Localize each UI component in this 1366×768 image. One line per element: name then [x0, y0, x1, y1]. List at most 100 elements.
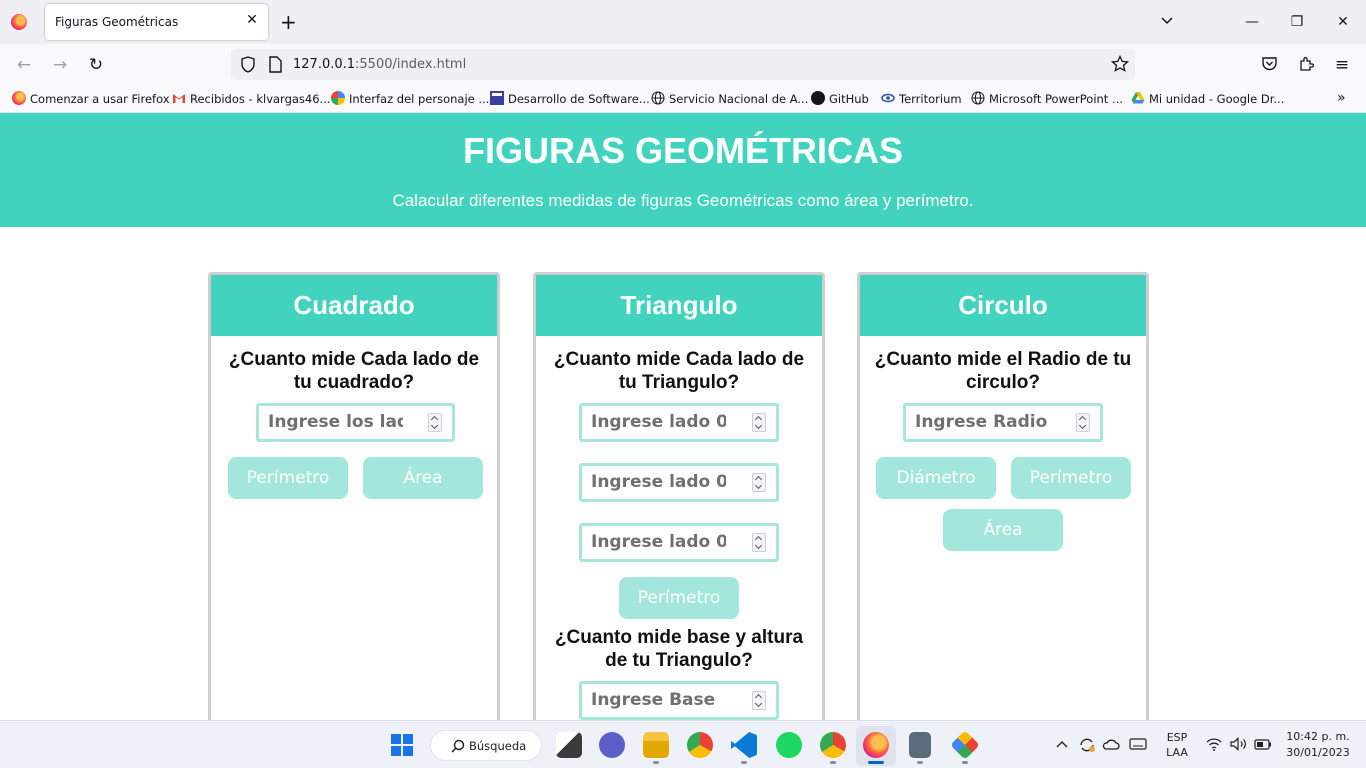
teams-icon[interactable]: [599, 732, 625, 758]
radio-input[interactable]: [915, 412, 1065, 432]
radio-field[interactable]: [903, 403, 1103, 442]
gmail-icon: [173, 94, 185, 103]
vscode-icon[interactable]: [731, 732, 757, 758]
lado1-field[interactable]: [579, 403, 779, 442]
windows-start-icon[interactable]: [391, 734, 413, 756]
spinner-icon[interactable]: [428, 413, 442, 432]
territorium-icon: [881, 93, 895, 103]
extensions-icon[interactable]: [1298, 56, 1314, 72]
diametro-button[interactable]: Diámetro: [876, 457, 996, 499]
area-cuadrado-button[interactable]: Área: [363, 457, 483, 499]
spinner-icon[interactable]: [752, 533, 766, 552]
lado2-field[interactable]: [579, 463, 779, 502]
reload-icon[interactable]: ↻: [85, 54, 107, 76]
area-circulo-button[interactable]: Área: [943, 509, 1063, 551]
lados-field[interactable]: [256, 403, 455, 442]
page-title: FIGURAS GEOMÉTRICAS: [462, 130, 903, 171]
running-indicator: [830, 761, 836, 764]
globe-icon: [651, 91, 665, 105]
close-window-icon[interactable]: ✕: [1331, 10, 1355, 34]
keyboard-icon[interactable]: [1129, 738, 1147, 750]
back-icon[interactable]: ←: [13, 54, 35, 76]
bookmarks-bar: Comenzar a usar Firefox Recibidos - klva…: [0, 84, 1366, 113]
new-tab-icon[interactable]: +: [280, 12, 297, 32]
chrome-profile-icon[interactable]: [820, 732, 846, 758]
card-title-circulo: Circulo: [958, 290, 1048, 320]
chrome-icon[interactable]: [687, 732, 713, 758]
interface-icon: [331, 91, 345, 105]
header-banner: FIGURAS GEOMÉTRICAS Calacular diferentes…: [0, 113, 1366, 227]
sync-icon[interactable]: [1078, 736, 1096, 754]
card-triangulo: Triangulo ¿Cuanto mide Cada lado de tu T…: [533, 272, 825, 720]
question-cuadrado: ¿Cuanto mide Cada lado de tu cuadrado?: [228, 349, 480, 393]
close-tab-icon[interactable]: ✕: [244, 12, 260, 28]
perimetro-triangulo-button[interactable]: Perímetro: [619, 577, 739, 619]
lado3-field[interactable]: [579, 523, 779, 562]
chevron-down-icon[interactable]: [1160, 14, 1174, 28]
question-triangulo-lados: ¿Cuanto mide Cada lado de tu Triangulo?: [553, 349, 805, 393]
perimetro-circulo-button[interactable]: Perímetro: [1011, 457, 1131, 499]
cloud-icon[interactable]: [1102, 737, 1120, 751]
taskview-icon[interactable]: [556, 732, 582, 758]
base-input[interactable]: [591, 690, 741, 710]
spinner-icon[interactable]: [752, 413, 766, 432]
page-info-icon[interactable]: [268, 56, 282, 73]
lados-input[interactable]: [268, 412, 418, 432]
page-icon: [490, 91, 504, 105]
card-header: Circulo: [860, 275, 1146, 336]
lado2-input[interactable]: [591, 472, 741, 492]
card-circulo: Circulo ¿Cuanto mide el Radio de tu circ…: [857, 272, 1149, 720]
clock-date: 30/01/2023: [1286, 746, 1350, 759]
shield-icon[interactable]: [240, 56, 256, 73]
battery-icon[interactable]: [1254, 739, 1272, 750]
spinner-icon[interactable]: [752, 691, 766, 710]
clock[interactable]: 10:42 p. m. 30/01/2023: [1280, 730, 1356, 759]
tab-bar: Figuras Geométricas ✕ + — ❐ ✕: [0, 0, 1366, 44]
language-indicator[interactable]: ESP LAA: [1162, 731, 1192, 759]
taskbar-search[interactable]: Búsqueda: [430, 730, 542, 761]
page: FIGURAS GEOMÉTRICAS Calacular diferentes…: [0, 113, 1366, 720]
keyboard-layout: LAA: [1166, 746, 1188, 759]
forward-icon[interactable]: →: [49, 54, 71, 76]
card-header: Triangulo: [536, 275, 822, 336]
clock-time: 10:42 p. m.: [1286, 730, 1350, 743]
git-icon[interactable]: [950, 730, 980, 760]
firefox-icon[interactable]: [11, 14, 27, 30]
menu-icon[interactable]: ≡: [1331, 54, 1353, 76]
volume-icon[interactable]: [1230, 737, 1248, 751]
language-code: ESP: [1166, 731, 1188, 744]
running-indicator: [917, 761, 923, 764]
base-field[interactable]: [579, 681, 779, 720]
calculator-icon[interactable]: [909, 732, 931, 758]
url-bar[interactable]: 127.0.0.1:5500/index.html: [231, 49, 1135, 80]
restore-icon[interactable]: ❐: [1285, 10, 1309, 34]
google-drive-icon: [1131, 92, 1145, 104]
url-text[interactable]: 127.0.0.1:5500/index.html: [293, 57, 466, 72]
perimetro-cuadrado-button[interactable]: Perímetro: [228, 457, 348, 499]
lado1-input[interactable]: [591, 412, 741, 432]
firefox-icon: [12, 91, 26, 105]
minimize-icon[interactable]: —: [1240, 10, 1264, 34]
running-indicator: [741, 761, 747, 764]
taskbar: Búsqueda ESP LAA 10:42 p. m. 30/01/2023: [0, 720, 1366, 768]
more-bookmarks-icon[interactable]: »: [1337, 90, 1346, 106]
firefox-taskbar-icon[interactable]: [863, 732, 889, 758]
page-subtitle: Calacular diferentes medidas de figuras …: [392, 191, 974, 210]
question-triangulo-base: ¿Cuanto mide base y altura de tu Triangu…: [554, 627, 804, 671]
spotify-icon[interactable]: [776, 732, 802, 758]
card-cuadrado: Cuadrado ¿Cuanto mide Cada lado de tu cu…: [208, 272, 500, 720]
tab-title: Figuras Geométricas: [55, 15, 179, 29]
spinner-icon[interactable]: [752, 473, 766, 492]
star-icon[interactable]: [1111, 55, 1129, 73]
lado3-input[interactable]: [591, 532, 741, 552]
chevron-up-icon[interactable]: [1056, 739, 1068, 749]
tab-figuras[interactable]: Figuras Geométricas ✕: [45, 4, 268, 40]
running-indicator: [962, 761, 968, 764]
spinner-icon[interactable]: [1076, 413, 1090, 432]
pocket-icon[interactable]: [1261, 56, 1278, 72]
file-explorer-icon[interactable]: [643, 732, 669, 758]
card-title-cuadrado: Cuadrado: [293, 290, 415, 320]
wifi-icon[interactable]: [1206, 738, 1222, 751]
search-icon: [451, 739, 465, 753]
running-indicator: [653, 761, 659, 764]
